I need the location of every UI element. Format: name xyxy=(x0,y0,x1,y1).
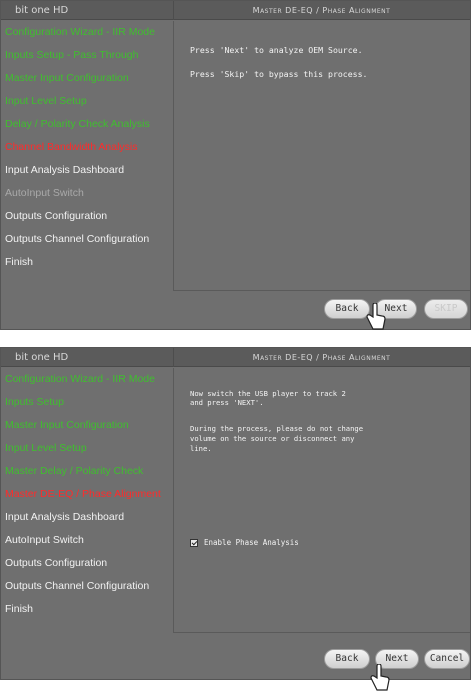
instruction-warning: During the process, please do not change… xyxy=(190,424,364,453)
sidebar-step-outputs-channel-configuration[interactable]: Outputs Channel Configuration xyxy=(1,228,173,251)
pointer-hand-icon xyxy=(370,664,390,691)
wizard-steps-sidebar: Configuration Wizard - IIR Mode Inputs Se… xyxy=(1,21,173,274)
button-bar: Back Next SKIP xyxy=(1,289,470,329)
back-button[interactable]: Back xyxy=(324,649,370,669)
sidebar-step-outputs-configuration[interactable]: Outputs Configuration xyxy=(1,205,173,228)
sidebar-step-configuration-wizard-iir-mode[interactable]: Configuration Wizard - IIR Mode xyxy=(1,368,173,391)
sidebar-step-autoinput-switch[interactable]: AutoInput Switch xyxy=(1,529,173,552)
brand-label: bit one HD xyxy=(15,352,69,363)
sidebar-step-finish[interactable]: Finish xyxy=(1,251,173,274)
content-area: Press 'Next' to analyze OEM Source. Pres… xyxy=(173,21,470,291)
brand-label: bit one HD xyxy=(15,5,69,16)
sidebar-step-autoinput-switch[interactable]: AutoInput Switch xyxy=(1,182,173,205)
sidebar-step-master-delay-polarity-check[interactable]: Master Delay / Polarity Check xyxy=(1,460,173,483)
title-bar: bit one HD Master DE-EQ / Phase Alignmen… xyxy=(1,348,470,367)
content-area: Now switch the USB player to track 2 and… xyxy=(173,368,470,633)
sidebar-step-outputs-configuration[interactable]: Outputs Configuration xyxy=(1,552,173,575)
title-bar: bit one HD Master DE-EQ / Phase Alignmen… xyxy=(1,1,470,20)
window-title: Master DE-EQ / Phase Alignment xyxy=(252,353,391,362)
sidebar-step-master-input-configuration[interactable]: Master Input Configuration xyxy=(1,67,173,90)
sidebar-step-channel-bandwidth-analysis[interactable]: Channel Bandwidth Analysis xyxy=(1,136,173,159)
instruction-switch-track: Now switch the USB player to track 2 and… xyxy=(190,389,346,407)
sidebar-step-input-analysis-dashboard[interactable]: Input Analysis Dashboard xyxy=(1,506,173,529)
wizard-panel-top: bit one HD Master DE-EQ / Phase Alignmen… xyxy=(0,0,471,330)
instruction-skip: Press 'Skip' to bypass this process. xyxy=(190,69,368,79)
sidebar-step-input-analysis-dashboard[interactable]: Input Analysis Dashboard xyxy=(1,159,173,182)
instruction-next: Press 'Next' to analyze OEM Source. xyxy=(190,45,363,55)
sidebar-step-configuration-wizard-iir-mode[interactable]: Configuration Wizard - IIR Mode xyxy=(1,21,173,44)
enable-phase-analysis-label: Enable Phase Analysis xyxy=(204,538,299,547)
sidebar-step-finish[interactable]: Finish xyxy=(1,598,173,621)
sidebar-step-input-level-setup[interactable]: Input Level Setup xyxy=(1,90,173,113)
sidebar-step-outputs-channel-configuration[interactable]: Outputs Channel Configuration xyxy=(1,575,173,598)
enable-phase-analysis-option[interactable]: Enable Phase Analysis xyxy=(190,538,299,547)
skip-button[interactable]: SKIP xyxy=(424,299,468,319)
sidebar-step-delay-polarity-check-analysis[interactable]: Delay / Polarity Check Analysis xyxy=(1,113,173,136)
sidebar-step-master-de-eq-phase-alignment[interactable]: Master DE-EQ / Phase Alignment xyxy=(1,483,173,506)
window-title: Master DE-EQ / Phase Alignment xyxy=(252,6,391,15)
sidebar-step-inputs-setup[interactable]: Inputs Setup xyxy=(1,391,173,414)
sidebar-step-master-input-configuration[interactable]: Master Input Configuration xyxy=(1,414,173,437)
pointer-hand-icon xyxy=(366,303,386,330)
enable-phase-analysis-checkbox[interactable] xyxy=(190,538,198,547)
wizard-steps-sidebar: Configuration Wizard - IIR Mode Inputs Se… xyxy=(1,368,173,621)
sidebar-step-input-level-setup[interactable]: Input Level Setup xyxy=(1,437,173,460)
wizard-panel-bottom: bit one HD Master DE-EQ / Phase Alignmen… xyxy=(0,347,471,680)
cancel-button[interactable]: Cancel xyxy=(424,649,470,669)
button-bar: Back Next Cancel xyxy=(1,639,470,679)
sidebar-step-inputs-setup-pass-through[interactable]: Inputs Setup - Pass Through xyxy=(1,44,173,67)
